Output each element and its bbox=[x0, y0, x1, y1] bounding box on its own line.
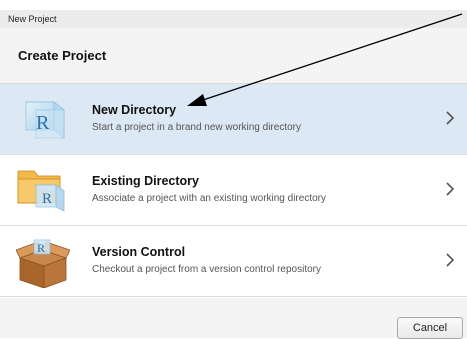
svg-text:R: R bbox=[37, 241, 45, 255]
svg-text:R: R bbox=[42, 191, 52, 207]
chevron-right-icon bbox=[446, 182, 455, 196]
dialog-footer: Cancel bbox=[0, 298, 467, 339]
new-directory-icon: R bbox=[24, 101, 66, 139]
option-existing-directory[interactable]: R Existing Directory Associate a project… bbox=[0, 155, 467, 226]
option-title: Existing Directory bbox=[92, 174, 199, 188]
version-control-icon: R bbox=[16, 239, 70, 288]
cancel-button[interactable]: Cancel bbox=[397, 317, 463, 339]
existing-directory-icon: R bbox=[17, 170, 66, 212]
option-title: New Directory bbox=[92, 103, 177, 117]
chevron-right-icon bbox=[446, 253, 455, 267]
option-description: Associate a project with an existing wor… bbox=[92, 193, 326, 204]
option-description: Start a project in a brand new working d… bbox=[92, 122, 301, 133]
option-version-control[interactable]: R Version Control Checkout a project fro… bbox=[0, 226, 467, 297]
svg-text:R: R bbox=[36, 112, 50, 134]
option-new-directory[interactable]: R New Directory Start a project in a bra… bbox=[0, 84, 467, 155]
new-project-dialog: New Project Create Project R New Directo… bbox=[0, 0, 467, 339]
option-description: Checkout a project from a version contro… bbox=[92, 264, 321, 275]
chevron-right-icon bbox=[446, 111, 455, 125]
dialog-header: Create Project bbox=[0, 28, 467, 84]
option-title: Version Control bbox=[92, 245, 186, 259]
window-title-bar: New Project bbox=[0, 10, 467, 28]
page-title: Create Project bbox=[18, 48, 107, 63]
window-title: New Project bbox=[8, 14, 57, 24]
